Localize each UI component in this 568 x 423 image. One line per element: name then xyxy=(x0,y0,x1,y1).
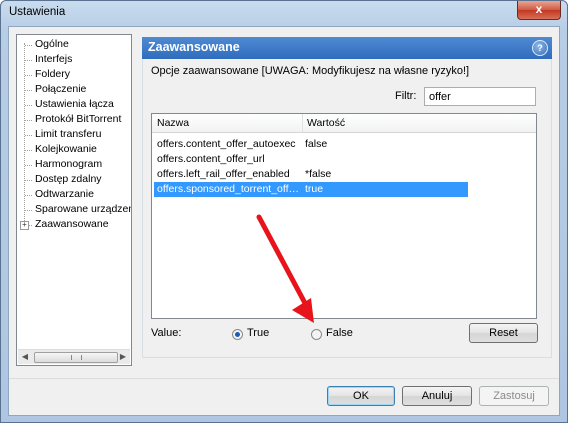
advanced-options-panel: Opcje zaawansowane [UWAGA: Modyfikujesz … xyxy=(142,59,552,358)
sidebar-item[interactable]: Interfejs xyxy=(35,53,72,66)
radio-true[interactable] xyxy=(232,329,243,340)
tree-branch-line xyxy=(25,75,32,76)
section-header: Zaawansowane ? xyxy=(142,37,552,59)
sidebar-item[interactable]: Połączenie xyxy=(35,83,86,96)
scroll-right-icon[interactable]: ▶ xyxy=(116,350,130,364)
radio-true-label[interactable]: True xyxy=(247,327,269,339)
tree-branch-line xyxy=(25,120,32,121)
title-bar[interactable]: Ustawienia x xyxy=(1,1,567,25)
tree-branch-line xyxy=(25,195,32,196)
sidebar-item[interactable]: Foldery xyxy=(35,68,70,81)
table-row[interactable]: offers.content_offer_url xyxy=(154,152,468,167)
close-button[interactable]: x xyxy=(517,1,561,20)
tree-branch-line xyxy=(25,60,32,61)
sidebar-item[interactable]: Ogólne xyxy=(35,38,69,51)
scroll-left-icon[interactable]: ◀ xyxy=(18,350,32,364)
dialog-body: Ogólne Interfejs Foldery Połączenie Ustawien… xyxy=(8,26,560,416)
sidebar-item[interactable]: Protokół BitTorrent xyxy=(35,113,121,126)
column-divider[interactable] xyxy=(302,114,303,132)
tree-branch-line xyxy=(25,150,32,151)
table-row[interactable]: offers.left_rail_offer_enabled *false xyxy=(154,167,468,182)
list-header: Nazwa Wartość xyxy=(152,114,536,133)
warning-description: Opcje zaawansowane [UWAGA: Modyfikujesz … xyxy=(151,65,470,77)
sidebar-item[interactable]: Sparowane urządzen xyxy=(35,203,131,216)
close-icon: x xyxy=(535,2,543,16)
tree-branch-line xyxy=(25,210,32,211)
option-value: false xyxy=(305,138,328,150)
radio-false[interactable] xyxy=(311,329,322,340)
sidebar-item[interactable]: Kolejkowanie xyxy=(35,143,97,156)
settings-window: Ustawienia x Ogólne Interfejs Foldery Połąc… xyxy=(0,0,568,423)
table-row[interactable]: offers.sponsored_torrent_offer_enabled tr… xyxy=(154,182,468,197)
apply-button[interactable]: Zastosuj xyxy=(479,386,549,406)
reset-button[interactable]: Reset xyxy=(469,323,538,343)
section-title: Zaawansowane xyxy=(148,40,240,54)
option-name: offers.left_rail_offer_enabled xyxy=(157,168,290,180)
option-value: *false xyxy=(305,168,332,180)
sidebar-item[interactable]: Dostęp zdalny xyxy=(35,173,102,186)
radio-false-label[interactable]: False xyxy=(326,327,353,339)
tree-branch-line xyxy=(25,180,32,181)
option-name: offers.content_offer_autoexec xyxy=(157,138,296,150)
cancel-button[interactable]: Anuluj xyxy=(402,386,472,406)
sidebar-item[interactable]: Odtwarzanie xyxy=(35,188,94,201)
tree-branch-line xyxy=(25,45,32,46)
expand-icon[interactable]: + xyxy=(20,221,29,230)
option-name: offers.sponsored_torrent_offer_enabled xyxy=(157,183,301,195)
column-header-value[interactable]: Wartość xyxy=(307,117,345,129)
tree-branch-line xyxy=(25,105,32,106)
option-value: true xyxy=(305,183,324,195)
value-label: Value: xyxy=(151,327,182,339)
column-header-name[interactable]: Nazwa xyxy=(157,117,189,129)
sidebar-item[interactable]: Limit transferu xyxy=(35,128,102,141)
sidebar-item[interactable]: Zaawansowane xyxy=(35,218,109,231)
footer-divider xyxy=(9,378,559,379)
help-icon[interactable]: ? xyxy=(532,40,548,56)
settings-tree: Ogólne Interfejs Foldery Połączenie Ustawien… xyxy=(16,34,132,366)
table-row[interactable]: offers.content_offer_autoexec false xyxy=(154,137,468,152)
scrollbar-thumb[interactable] xyxy=(34,352,118,363)
window-title: Ustawienia xyxy=(9,6,66,18)
filter-input[interactable] xyxy=(424,87,536,106)
grip-icon xyxy=(71,355,82,360)
tree-branch-line xyxy=(25,165,32,166)
filter-label: Filtr: xyxy=(395,90,417,102)
sidebar-item[interactable]: Ustawienia łącza xyxy=(35,98,114,111)
option-name: offers.content_offer_url xyxy=(157,153,265,165)
sidebar-item[interactable]: Harmonogram xyxy=(35,158,102,171)
ok-button[interactable]: OK xyxy=(327,386,395,406)
options-list: Nazwa Wartość offers.content_offer_autoe… xyxy=(151,113,537,319)
tree-branch-line xyxy=(25,90,32,91)
tree-horizontal-scrollbar[interactable]: ◀ ▶ xyxy=(18,349,130,364)
tree-branch-line xyxy=(25,135,32,136)
